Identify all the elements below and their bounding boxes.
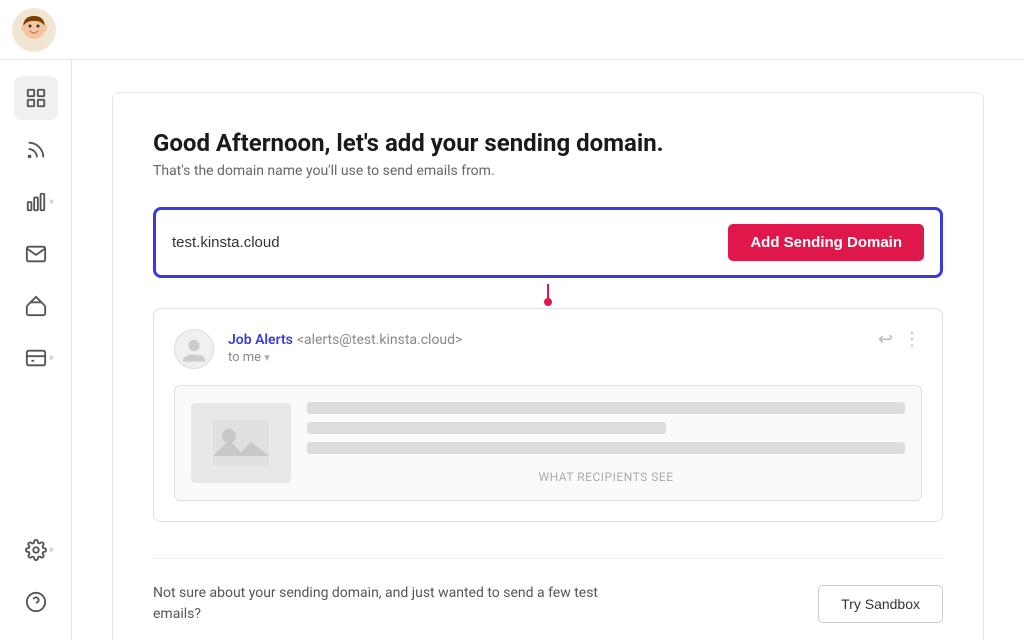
sidebar-item-settings[interactable]: » — [14, 528, 58, 572]
more-options-icon[interactable]: ⋮ — [903, 329, 922, 350]
main-layout: » » — [0, 60, 1024, 640]
sidebar-item-billing[interactable]: » — [14, 336, 58, 380]
sender-address: <alerts@test.kinsta.cloud> — [297, 332, 463, 348]
sender-details: Job Alerts <alerts@test.kinsta.cloud> to… — [228, 329, 462, 365]
domain-input-wrapper: Add Sending Domain — [153, 207, 943, 278]
image-placeholder — [191, 403, 291, 483]
content-line-3 — [307, 442, 905, 454]
email-sender-info: Job Alerts <alerts@test.kinsta.cloud> to… — [174, 329, 462, 369]
sidebar-item-rss[interactable] — [14, 128, 58, 172]
email-to: to me ▾ — [228, 350, 462, 365]
connector-line — [547, 284, 549, 302]
bottom-section: Not sure about your sending domain, and … — [153, 558, 943, 625]
reply-icon[interactable]: ↩ — [878, 329, 893, 350]
email-header-row: Job Alerts <alerts@test.kinsta.cloud> to… — [174, 329, 922, 369]
domain-input[interactable] — [172, 234, 716, 251]
sender-name: Job Alerts — [228, 332, 293, 348]
sidebar-item-analytics[interactable]: » — [14, 180, 58, 224]
to-dropdown-arrow[interactable]: ▾ — [264, 351, 270, 364]
email-actions: ↩ ⋮ — [878, 329, 922, 350]
bottom-text: Not sure about your sending domain, and … — [153, 583, 633, 625]
sidebar-item-email[interactable] — [14, 232, 58, 276]
connector — [153, 278, 943, 308]
content-line-1 — [307, 402, 905, 414]
try-sandbox-button[interactable]: Try Sandbox — [818, 585, 943, 623]
header — [0, 0, 1024, 60]
settings-chevron: » — [49, 545, 54, 556]
email-preview-card: Job Alerts <alerts@test.kinsta.cloud> to… — [153, 308, 943, 522]
sidebar-item-dashboard[interactable] — [14, 76, 58, 120]
page-subtitle: That's the domain name you'll use to sen… — [153, 163, 943, 179]
sidebar-item-mail-open[interactable] — [14, 284, 58, 328]
page-card: Good Afternoon, let's add your sending d… — [112, 92, 984, 640]
recipients-label: WHAT RECIPIENTS SEE — [307, 470, 905, 484]
content-lines: WHAT RECIPIENTS SEE — [307, 402, 905, 484]
main-content: Good Afternoon, let's add your sending d… — [72, 60, 1024, 640]
add-domain-button[interactable]: Add Sending Domain — [728, 224, 924, 261]
sender-avatar — [174, 329, 214, 369]
content-line-2 — [307, 422, 666, 434]
page-title: Good Afternoon, let's add your sending d… — [153, 129, 943, 157]
avatar[interactable] — [12, 8, 56, 52]
analytics-chevron: » — [49, 197, 54, 208]
sender-name-row: Job Alerts <alerts@test.kinsta.cloud> — [228, 329, 462, 348]
billing-chevron: » — [49, 353, 54, 364]
sidebar: » » — [0, 60, 72, 640]
sidebar-item-help[interactable] — [14, 580, 58, 624]
email-body-preview: WHAT RECIPIENTS SEE — [174, 385, 922, 501]
